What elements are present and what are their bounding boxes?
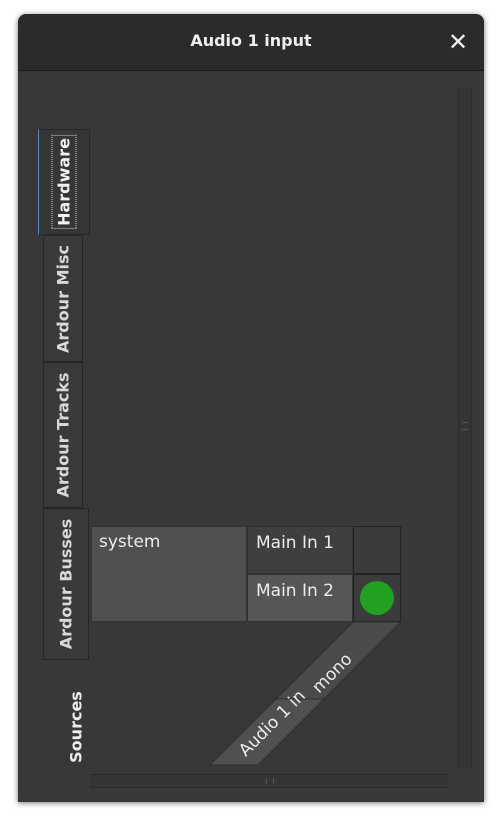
scroll-grip-icon	[266, 778, 274, 784]
vertical-scrollbar[interactable]	[458, 88, 472, 768]
scroll-grip-icon	[462, 422, 468, 430]
horizontal-scrollbar[interactable]	[90, 774, 448, 788]
destination-labels: mono Audio 1 in	[208, 621, 403, 766]
dialog-window: Audio 1 input ✕ Hardware Ardour Misc Ard…	[18, 14, 484, 802]
